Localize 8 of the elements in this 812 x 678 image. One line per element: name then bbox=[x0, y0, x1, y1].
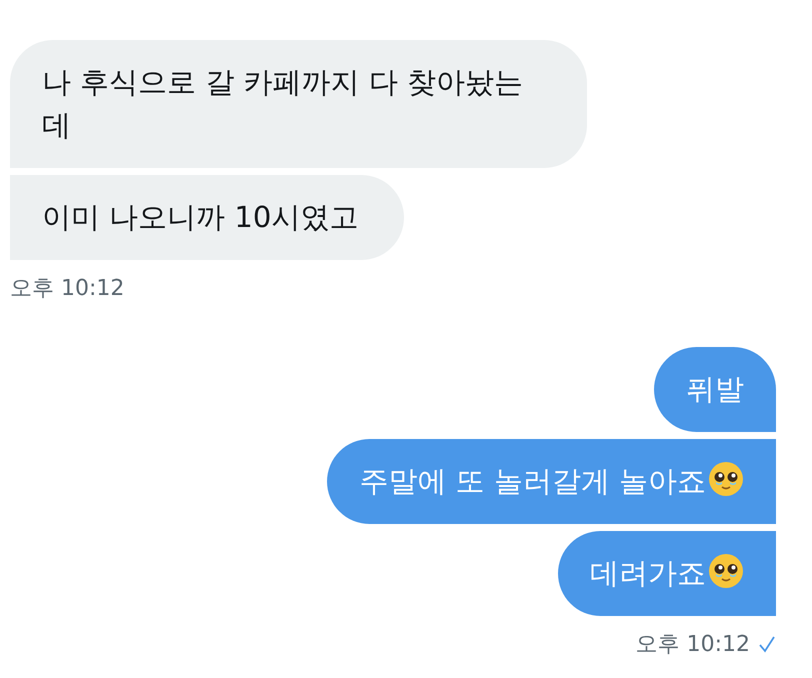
check-icon bbox=[758, 635, 776, 653]
message-bubble: 이미 나오니까 10시였고 bbox=[10, 175, 404, 260]
message-bubble: 퓌발 bbox=[654, 347, 776, 432]
message-time: 오후 10:12 bbox=[636, 631, 750, 659]
message-bubble: 주말에 또 놀러갈게 놀아죠 bbox=[327, 439, 776, 524]
message-bubble: 데려가죠 bbox=[558, 531, 776, 616]
message-bubble: 나 후식으로 갈 카페까지 다 찾아놨는데 bbox=[10, 40, 587, 168]
message-time: 오후 10:12 bbox=[10, 275, 124, 303]
